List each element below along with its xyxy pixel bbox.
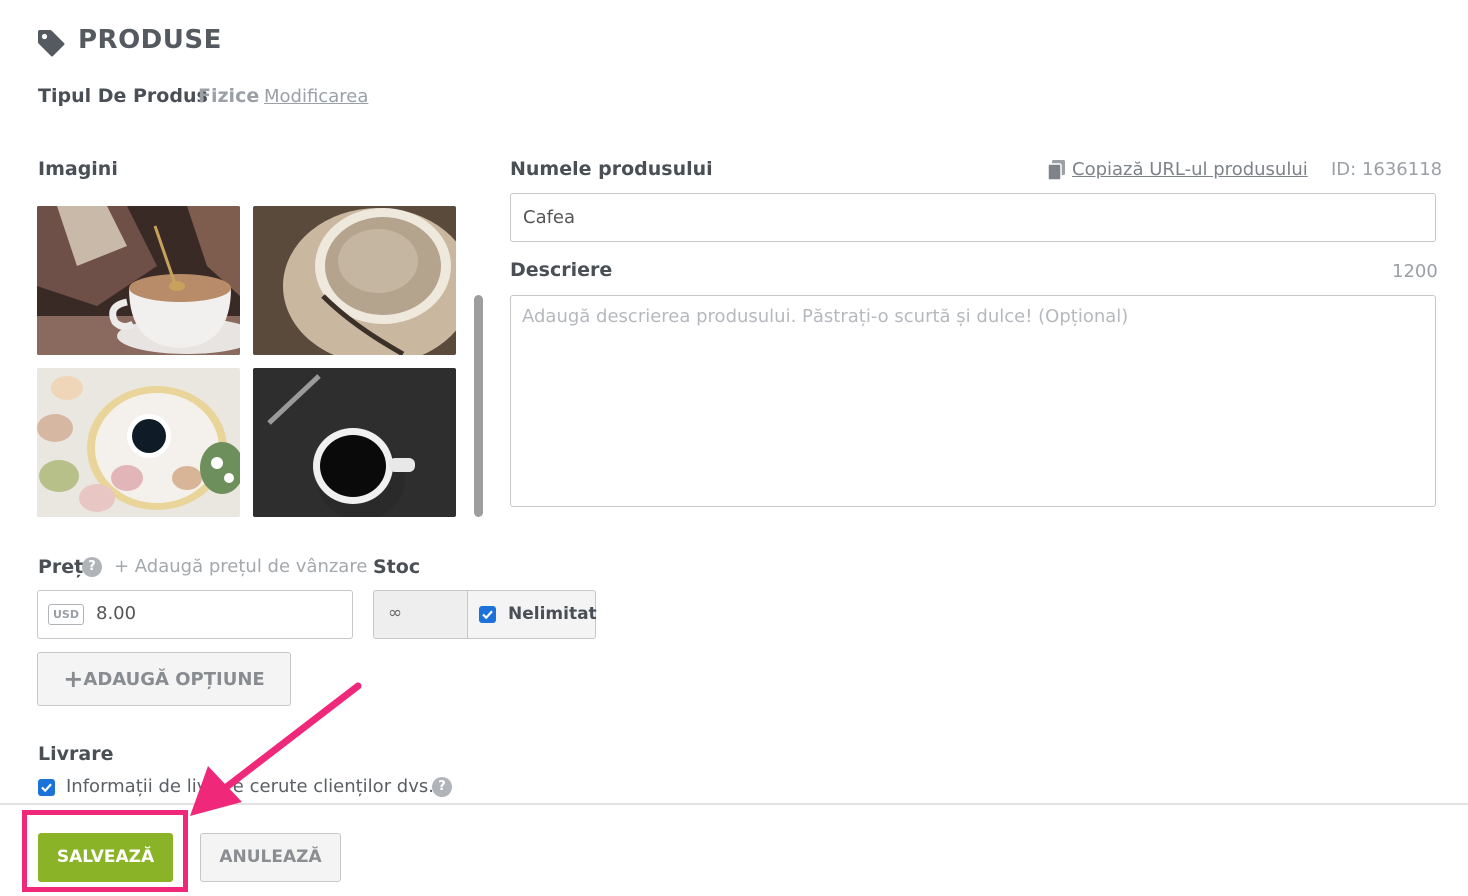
tag-icon xyxy=(38,30,65,57)
product-type-value: Fizice xyxy=(198,85,260,107)
description-textarea[interactable] xyxy=(510,295,1436,507)
images-label: Imagini xyxy=(38,158,118,180)
price-label: Preț xyxy=(38,556,84,578)
plus-icon: + xyxy=(63,665,84,693)
product-name-label: Numele produsului xyxy=(510,158,713,180)
coffee-cup-spoon-image[interactable] xyxy=(37,206,240,355)
description-char-count: 1200 xyxy=(1392,261,1438,282)
unlimited-label: Nelimitat xyxy=(508,604,597,624)
stock-label: Stoc xyxy=(373,556,421,578)
cancel-button[interactable]: ANULEAZĂ xyxy=(200,833,341,882)
page-title: PRODUSE xyxy=(78,25,222,55)
product-id: ID: 1636118 xyxy=(1331,159,1443,180)
unlimited-checkbox[interactable] xyxy=(479,606,496,623)
copy-icon[interactable] xyxy=(1048,160,1066,180)
product-name-input[interactable] xyxy=(510,193,1436,242)
pointer-arrow-icon xyxy=(190,682,362,816)
change-product-type-link[interactable]: Modificarea xyxy=(264,86,368,107)
stock-input[interactable]: ∞ xyxy=(373,590,468,639)
add-sale-price-link[interactable]: + Adaugă prețul de vânzare xyxy=(114,556,367,577)
macarons-coffee-image[interactable] xyxy=(37,368,240,517)
price-help-icon[interactable]: ? xyxy=(82,557,102,577)
shipping-help-icon[interactable]: ? xyxy=(432,777,452,797)
shipping-label: Livrare xyxy=(38,743,114,765)
currency-badge: USD xyxy=(48,604,84,625)
shipping-info-checkbox[interactable] xyxy=(38,779,55,796)
price-value: 8.00 xyxy=(96,603,137,624)
price-input[interactable]: USD 8.00 xyxy=(37,590,353,639)
save-highlight-box xyxy=(22,810,188,892)
description-label: Descriere xyxy=(510,259,613,281)
images-scrollbar[interactable] xyxy=(474,295,483,517)
coffee-saucer-image[interactable] xyxy=(253,206,456,355)
copy-product-url-link[interactable]: Copiază URL-ul produsului xyxy=(1072,159,1308,180)
product-type-label: Tipul De Produs xyxy=(38,85,208,107)
black-coffee-pen-image[interactable] xyxy=(253,368,456,517)
unlimited-stock-toggle[interactable]: Nelimitat xyxy=(467,590,597,639)
stock-value: ∞ xyxy=(388,603,403,623)
